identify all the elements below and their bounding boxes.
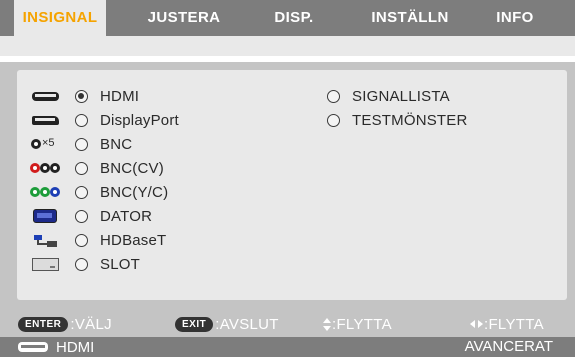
up-down-arrow-icon (323, 317, 331, 331)
option-label: SIGNALLISTA (352, 87, 450, 105)
current-input-text: HDMI (56, 338, 95, 356)
bnc-x5-icon: ×5 (27, 134, 63, 154)
help-bar: ENTER :VÄLJ EXIT :AVSLUT :FLYTTA :FLYTTA (0, 310, 575, 337)
input-option-slot[interactable]: SLOT (27, 254, 140, 274)
option-testmonster[interactable]: TESTMÖNSTER (327, 110, 468, 130)
input-label: BNC(CV) (100, 159, 164, 177)
tab-info[interactable]: INFO (479, 0, 551, 36)
hdmi-port-icon (27, 86, 63, 106)
radio-selected[interactable] (75, 89, 88, 103)
input-option-hdmi[interactable]: HDMI (27, 86, 139, 106)
input-option-bnc-cv[interactable]: BNC(CV) (27, 158, 164, 178)
slot-icon (27, 254, 63, 274)
option-signallista[interactable]: SIGNALLISTA (327, 86, 450, 106)
radio-unselected[interactable] (75, 209, 88, 223)
input-option-bnc-yc[interactable]: BNC(Y/C) (27, 182, 168, 202)
input-list-area: HDMI DisplayPort ×5 BNC BNC(CV) BNC(Y/C)… (17, 70, 567, 300)
projector-osd-menu: INSIGNAL JUSTERA DISP. INSTÄLLN INFO HDM… (0, 0, 575, 357)
radio-unselected[interactable] (75, 257, 88, 271)
tab-insignal[interactable]: INSIGNAL (14, 0, 106, 36)
input-label: BNC(Y/C) (100, 183, 169, 201)
radio-unselected[interactable] (75, 137, 88, 151)
input-option-bnc[interactable]: ×5 BNC (27, 134, 132, 154)
left-right-arrow-icon (470, 320, 483, 328)
tab-justera[interactable]: JUSTERA (134, 0, 234, 36)
exit-key-icon: EXIT (175, 316, 214, 332)
current-input-indicator: HDMI (18, 337, 94, 357)
input-label: HDMI (100, 87, 140, 105)
bnc-cv-icon (27, 158, 63, 178)
radio-unselected[interactable] (75, 161, 88, 175)
bnc-count-text: ×5 (42, 137, 55, 149)
input-option-displayport[interactable]: DisplayPort (27, 110, 179, 130)
status-bar: HDMI AVANCERAT (0, 337, 575, 357)
help-move-vertical-text: :FLYTTA (332, 315, 392, 333)
tab-installn[interactable]: INSTÄLLN (358, 0, 462, 36)
input-label: BNC (100, 135, 133, 153)
menu-mode-text: AVANCERAT (464, 338, 553, 355)
help-select-text: :VÄLJ (70, 315, 112, 333)
help-move-horizontal: :FLYTTA (470, 314, 544, 334)
input-label: DisplayPort (100, 111, 179, 129)
bnc-yc-icon (27, 182, 63, 202)
hdbaset-icon (27, 230, 63, 250)
submenu-bar (0, 36, 575, 56)
menu-tab-bar: INSIGNAL JUSTERA DISP. INSTÄLLN INFO (0, 0, 575, 36)
displayport-icon (27, 110, 63, 130)
radio-unselected[interactable] (327, 89, 340, 103)
help-move-vertical: :FLYTTA (323, 314, 392, 334)
help-select: ENTER :VÄLJ (18, 314, 112, 334)
option-label: TESTMÖNSTER (352, 111, 468, 129)
input-label: DATOR (100, 207, 153, 225)
help-exit: EXIT :AVSLUT (175, 314, 279, 334)
radio-unselected[interactable] (75, 185, 88, 199)
radio-unselected[interactable] (327, 113, 340, 127)
help-move-horizontal-text: :FLYTTA (484, 315, 544, 333)
input-label: HDBaseT (100, 231, 167, 249)
computer-monitor-icon (27, 206, 63, 226)
input-option-dator[interactable]: DATOR (27, 206, 152, 226)
input-label: SLOT (100, 255, 140, 273)
help-exit-text: :AVSLUT (215, 315, 279, 333)
radio-unselected[interactable] (75, 113, 88, 127)
radio-unselected[interactable] (75, 233, 88, 247)
input-panel: HDMI DisplayPort ×5 BNC BNC(CV) BNC(Y/C)… (0, 62, 575, 310)
hdmi-port-icon (18, 342, 48, 352)
enter-key-icon: ENTER (18, 316, 69, 332)
input-option-hdbaset[interactable]: HDBaseT (27, 230, 166, 250)
tab-disp[interactable]: DISP. (257, 0, 331, 36)
